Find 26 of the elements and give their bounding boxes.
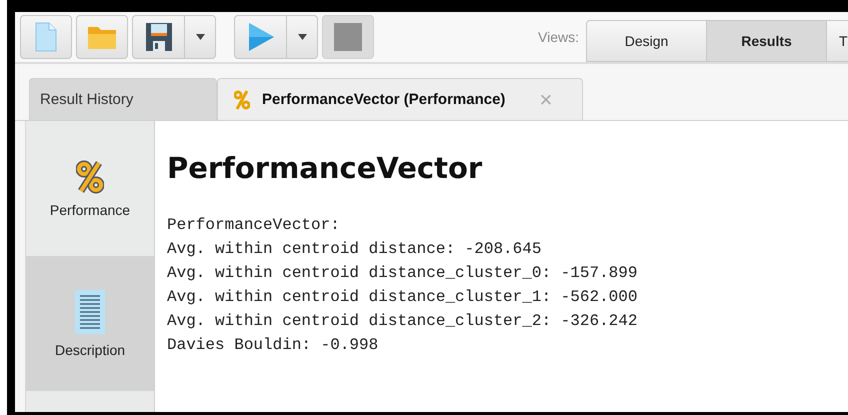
stop-icon — [334, 23, 362, 51]
tab-label: PerformanceVector (Performance) — [262, 91, 506, 108]
result-line: Avg. within centroid distance: -208.645 — [167, 239, 542, 260]
result-line: Avg. within centroid distance_cluster_0: -157.899 — [167, 263, 638, 284]
result-tab[interactable]: Result History — [29, 78, 217, 120]
percent-icon — [76, 160, 104, 194]
result-line: Avg. within centroid distance_cluster_1: -562.000 — [167, 287, 638, 308]
result-line: PerformanceVector: — [167, 215, 341, 236]
text-document-icon — [75, 290, 105, 334]
result-line: Avg. within centroid distance_cluster_2: -326.242 — [167, 311, 638, 332]
run-button[interactable] — [234, 15, 286, 59]
caret-icon — [298, 34, 306, 40]
views-label: Views: — [538, 29, 579, 45]
percent-icon — [234, 90, 250, 110]
document-icon — [35, 22, 57, 52]
sidebar-item[interactable]: Description — [26, 256, 154, 391]
new-button[interactable] — [20, 15, 72, 59]
folder-icon — [87, 24, 117, 50]
save-button[interactable] — [132, 15, 184, 59]
dropdown-button[interactable] — [286, 15, 318, 59]
play-icon — [246, 22, 274, 52]
result-tab[interactable]: PerformanceVector (Performance) × — [217, 78, 584, 120]
result-line: Davies Bouldin: -0.998 — [167, 335, 380, 356]
result-heading: PerformanceVector — [167, 151, 484, 185]
caret-icon — [196, 34, 204, 40]
tab-label: Result History — [40, 91, 134, 108]
